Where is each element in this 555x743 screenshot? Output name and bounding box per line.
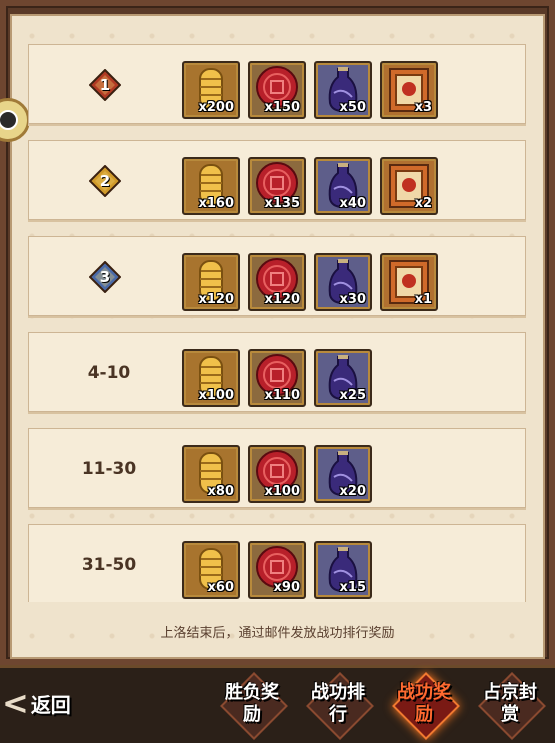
gold-ingot-item[interactable]: x80 <box>182 445 240 503</box>
reward-list[interactable]: 1 x200 x150 x50 x3 2 x160 x135 x40 x2 3 x120 x120 x30… <box>28 44 526 602</box>
card-pack-item[interactable]: x3 <box>380 61 438 119</box>
item-quantity: x15 <box>339 580 366 595</box>
item-quantity: x40 <box>339 196 366 211</box>
rank-badge: 3 <box>88 260 122 294</box>
sake-jar-item[interactable]: x30 <box>314 253 372 311</box>
reward-row: 4-10 x100 x110 x25 <box>28 332 526 412</box>
rank-number: 2 <box>99 172 111 190</box>
reward-items: x100 x110 x25 <box>182 349 372 407</box>
reward-row: 3 x120 x120 x30 x1 <box>28 236 526 316</box>
rank-number: 1 <box>99 76 111 94</box>
red-seal-item[interactable]: x135 <box>248 157 306 215</box>
tab-label: 战功排行 <box>311 682 365 725</box>
item-quantity: x160 <box>198 196 234 211</box>
item-quantity: x100 <box>264 484 300 499</box>
reward-row: 1 x200 x150 x50 x3 <box>28 44 526 124</box>
tab-4[interactable]: 占京封赏 <box>470 672 550 740</box>
item-quantity: x2 <box>414 196 432 211</box>
card-pack-item[interactable]: x2 <box>380 157 438 215</box>
gold-ingot-item[interactable]: x100 <box>182 349 240 407</box>
bottom-nav-bar: < 返回 胜负奖励 战功排行 战功奖励 占京封赏 <box>0 665 555 743</box>
red-seal-item[interactable]: x90 <box>248 541 306 599</box>
card-pack-item[interactable]: x1 <box>380 253 438 311</box>
rank-range-label: 11-30 <box>81 459 137 479</box>
tab-bar: 胜负奖励 战功排行 战功奖励 占京封赏 <box>212 672 550 740</box>
tab-label: 战功奖励 <box>397 682 451 725</box>
reward-items: x200 x150 x50 x3 <box>182 61 438 119</box>
back-label: 返回 <box>30 692 71 717</box>
reward-row: 2 x160 x135 x40 x2 <box>28 140 526 220</box>
rank-badge: 2 <box>88 164 122 198</box>
item-quantity: x3 <box>414 100 432 115</box>
token-center <box>0 110 18 130</box>
gold-ingot-item[interactable]: x60 <box>182 541 240 599</box>
item-quantity: x135 <box>264 196 300 211</box>
sake-jar-item[interactable]: x40 <box>314 157 372 215</box>
item-quantity: x1 <box>414 292 432 307</box>
red-seal-item[interactable]: x110 <box>248 349 306 407</box>
chevron-left-icon: < <box>2 684 29 722</box>
rank-range-label: 31-50 <box>81 555 137 575</box>
reward-row: 31-50 x60 x90 x15 <box>28 524 526 602</box>
item-quantity: x80 <box>207 484 234 499</box>
rank-number: 3 <box>99 268 111 286</box>
tab-label: 占京封赏 <box>483 682 537 725</box>
gold-ingot-item[interactable]: x160 <box>182 157 240 215</box>
reward-row: 11-30 x80 x100 x20 <box>28 428 526 508</box>
item-quantity: x150 <box>264 100 300 115</box>
tab-label: 胜负奖励 <box>225 682 279 725</box>
gold-ingot-item[interactable]: x200 <box>182 61 240 119</box>
item-quantity: x120 <box>198 292 234 307</box>
reward-notice: 上洛结束后，通过邮件发放战功排行奖励 <box>160 626 395 641</box>
item-quantity: x100 <box>198 388 234 403</box>
red-seal-item[interactable]: x120 <box>248 253 306 311</box>
item-quantity: x50 <box>339 100 366 115</box>
item-quantity: x25 <box>339 388 366 403</box>
reward-items: x160 x135 x40 x2 <box>182 157 438 215</box>
item-quantity: x200 <box>198 100 234 115</box>
rank-range-label: 4-10 <box>87 363 131 383</box>
gold-ingot-item[interactable]: x120 <box>182 253 240 311</box>
item-quantity: x90 <box>273 580 300 595</box>
tab-2[interactable]: 战功排行 <box>298 672 378 740</box>
rank-badge: 1 <box>88 68 122 102</box>
red-seal-item[interactable]: x150 <box>248 61 306 119</box>
item-quantity: x30 <box>339 292 366 307</box>
sake-jar-item[interactable]: x50 <box>314 61 372 119</box>
sake-jar-item[interactable]: x15 <box>314 541 372 599</box>
sake-jar-item[interactable]: x25 <box>314 349 372 407</box>
reward-items: x120 x120 x30 x1 <box>182 253 438 311</box>
item-quantity: x120 <box>264 292 300 307</box>
item-quantity: x110 <box>264 388 300 403</box>
sake-jar-item[interactable]: x20 <box>314 445 372 503</box>
tab-3[interactable]: 战功奖励 <box>384 672 464 740</box>
reward-items: x60 x90 x15 <box>182 541 372 599</box>
red-seal-item[interactable]: x100 <box>248 445 306 503</box>
item-quantity: x20 <box>339 484 366 499</box>
item-quantity: x60 <box>207 580 234 595</box>
back-button[interactable]: < 返回 <box>2 672 92 736</box>
reward-items: x80 x100 x20 <box>182 445 372 503</box>
tab-1[interactable]: 胜负奖励 <box>212 672 292 740</box>
